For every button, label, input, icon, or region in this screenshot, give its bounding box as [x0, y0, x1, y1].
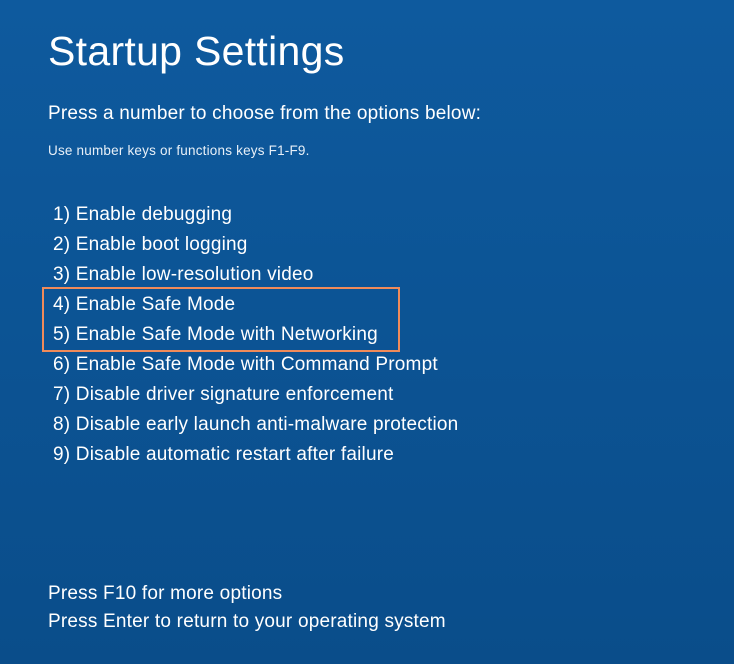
option-7[interactable]: 7) Disable driver signature enforcement [48, 380, 686, 410]
hint-text: Use number keys or functions keys F1-F9. [48, 143, 686, 158]
footer: Press F10 for more options Press Enter t… [48, 580, 686, 636]
footer-more-options: Press F10 for more options [48, 580, 686, 608]
option-8[interactable]: 8) Disable early launch anti-malware pro… [48, 410, 686, 440]
option-9[interactable]: 9) Disable automatic restart after failu… [48, 440, 686, 470]
option-2[interactable]: 2) Enable boot logging [48, 230, 686, 260]
footer-return: Press Enter to return to your operating … [48, 608, 686, 636]
options-list: 1) Enable debugging 2) Enable boot loggi… [48, 200, 686, 470]
page-title: Startup Settings [48, 28, 686, 75]
subtitle: Press a number to choose from the option… [48, 103, 686, 125]
startup-settings-screen: Startup Settings Press a number to choos… [0, 0, 734, 636]
option-6[interactable]: 6) Enable Safe Mode with Command Prompt [48, 350, 686, 380]
option-5[interactable]: 5) Enable Safe Mode with Networking [48, 320, 686, 350]
option-3[interactable]: 3) Enable low-resolution video [48, 260, 686, 290]
option-1[interactable]: 1) Enable debugging [48, 200, 686, 230]
option-4[interactable]: 4) Enable Safe Mode [48, 290, 686, 320]
